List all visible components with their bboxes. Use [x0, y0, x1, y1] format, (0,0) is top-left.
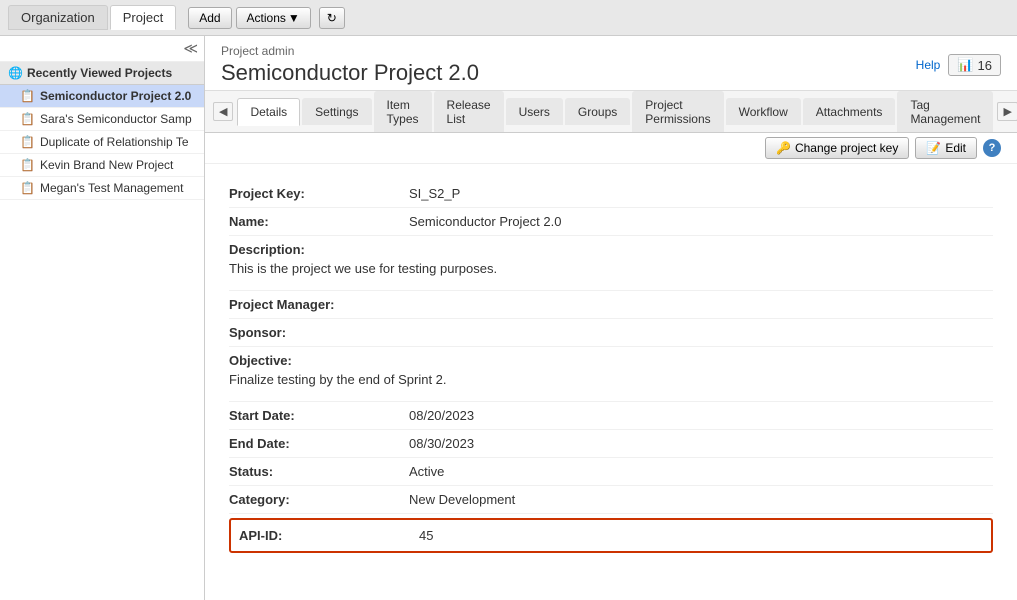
- tab-nav-left[interactable]: ◀: [213, 102, 233, 121]
- sidebar-item-semiconductor-2[interactable]: 📋 Semiconductor Project 2.0: [0, 85, 204, 108]
- action-bar: 🔑 Change project key 📝 Edit ?: [205, 133, 1017, 164]
- label-project-manager: Project Manager:: [229, 297, 409, 312]
- change-project-key-button[interactable]: 🔑 Change project key: [765, 137, 909, 159]
- tab-nav-right[interactable]: ▶: [997, 102, 1017, 121]
- tab-groups[interactable]: Groups: [565, 98, 630, 125]
- notification-badge[interactable]: 📊 16: [948, 54, 1001, 76]
- sidebar-item-label-2: Duplicate of Relationship Te: [40, 135, 189, 149]
- detail-row-project-key: Project Key: SI_S2_P: [229, 180, 993, 208]
- sidebar-item-label-1: Sara's Semiconductor Samp: [40, 112, 192, 126]
- project-admin-label: Project admin Semiconductor Project 2.0: [221, 44, 479, 86]
- detail-row-status: Status: Active: [229, 458, 993, 486]
- edit-button[interactable]: 📝 Edit: [915, 137, 977, 159]
- value-name: Semiconductor Project 2.0: [409, 214, 561, 229]
- project-icon-3: 📋: [20, 158, 35, 172]
- detail-row-project-manager: Project Manager:: [229, 291, 993, 319]
- detail-row-api-id: API-ID: 45: [229, 518, 993, 553]
- top-actions: Add Actions ▼: [188, 7, 311, 29]
- sidebar-collapse-area: ≪: [0, 36, 204, 62]
- help-link[interactable]: Help: [916, 58, 941, 72]
- collapse-sidebar-button[interactable]: ≪: [183, 40, 198, 57]
- value-description: This is the project we use for testing p…: [229, 257, 497, 284]
- sidebar-section-header: 🌐 Recently Viewed Projects: [0, 62, 204, 85]
- sidebar-item-sara[interactable]: 📋 Sara's Semiconductor Samp: [0, 108, 204, 131]
- tabs-bar: ◀ Details Settings Item Types Release Li…: [205, 91, 1017, 133]
- top-tabs: Organization Project: [8, 5, 176, 30]
- detail-row-category: Category: New Development: [229, 486, 993, 514]
- add-button[interactable]: Add: [188, 7, 231, 29]
- help-circle-button[interactable]: ?: [983, 139, 1001, 157]
- tab-users[interactable]: Users: [506, 98, 563, 125]
- folder-icon: 🌐: [8, 66, 23, 80]
- notif-chart-icon: 📊: [957, 57, 973, 73]
- value-project-key: SI_S2_P: [409, 186, 460, 201]
- label-end-date: End Date:: [229, 436, 409, 451]
- value-start-date: 08/20/2023: [409, 408, 474, 423]
- project-icon-2: 📋: [20, 135, 35, 149]
- project-icon-0: 📋: [20, 89, 35, 103]
- project-icon-1: 📋: [20, 112, 35, 126]
- tab-project[interactable]: Project: [110, 5, 176, 30]
- tab-item-types[interactable]: Item Types: [374, 91, 432, 132]
- notification-count: 16: [978, 58, 992, 73]
- detail-row-end-date: End Date: 08/30/2023: [229, 430, 993, 458]
- tab-organization[interactable]: Organization: [8, 5, 108, 30]
- label-description: Description:: [229, 242, 409, 257]
- value-objective: Finalize testing by the end of Sprint 2.: [229, 368, 447, 395]
- edit-label: Edit: [945, 141, 966, 155]
- tab-workflow[interactable]: Workflow: [726, 98, 801, 125]
- edit-icon: 📝: [926, 141, 941, 155]
- detail-row-objective: Objective: Finalize testing by the end o…: [229, 347, 993, 402]
- label-project-key: Project Key:: [229, 186, 409, 201]
- header-right: Help 📊 16: [916, 54, 1001, 76]
- tab-project-permissions[interactable]: Project Permissions: [632, 91, 723, 132]
- detail-row-start-date: Start Date: 08/20/2023: [229, 402, 993, 430]
- content-area: Project admin Semiconductor Project 2.0 …: [205, 36, 1017, 600]
- actions-dropdown-icon: ▼: [288, 11, 300, 25]
- sidebar-item-label-0: Semiconductor Project 2.0: [40, 89, 191, 103]
- change-project-key-label: Change project key: [795, 141, 898, 155]
- actions-label: Actions: [247, 11, 286, 25]
- detail-row-sponsor: Sponsor:: [229, 319, 993, 347]
- project-admin-text: Project admin: [221, 44, 479, 58]
- label-name: Name:: [229, 214, 409, 229]
- content-header: Project admin Semiconductor Project 2.0 …: [205, 36, 1017, 91]
- tab-tag-management[interactable]: Tag Management: [897, 91, 993, 132]
- detail-row-description: Description: This is the project we use …: [229, 236, 993, 291]
- key-icon: 🔑: [776, 141, 791, 155]
- tab-attachments[interactable]: Attachments: [803, 98, 896, 125]
- sidebar-item-label-3: Kevin Brand New Project: [40, 158, 173, 172]
- refresh-button[interactable]: ↻: [319, 7, 345, 29]
- sidebar-item-label-4: Megan's Test Management: [40, 181, 183, 195]
- detail-content: Project Key: SI_S2_P Name: Semiconductor…: [205, 164, 1017, 600]
- value-status: Active: [409, 464, 444, 479]
- value-category: New Development: [409, 492, 515, 507]
- actions-button[interactable]: Actions ▼: [236, 7, 311, 29]
- tab-release-list[interactable]: Release List: [434, 91, 504, 132]
- tab-settings[interactable]: Settings: [302, 98, 371, 125]
- label-start-date: Start Date:: [229, 408, 409, 423]
- title-row: Project admin Semiconductor Project 2.0 …: [221, 44, 1001, 86]
- tab-details[interactable]: Details: [237, 98, 300, 126]
- value-end-date: 08/30/2023: [409, 436, 474, 451]
- label-sponsor: Sponsor:: [229, 325, 409, 340]
- top-bar: Organization Project Add Actions ▼ ↻: [0, 0, 1017, 36]
- sidebar: ≪ 🌐 Recently Viewed Projects 📋 Semicondu…: [0, 36, 205, 600]
- label-status: Status:: [229, 464, 409, 479]
- label-category: Category:: [229, 492, 409, 507]
- detail-row-name: Name: Semiconductor Project 2.0: [229, 208, 993, 236]
- label-objective: Objective:: [229, 353, 409, 368]
- main-layout: ≪ 🌐 Recently Viewed Projects 📋 Semicondu…: [0, 36, 1017, 600]
- label-api-id: API-ID:: [239, 528, 419, 543]
- value-api-id: 45: [419, 528, 433, 543]
- sidebar-item-megan[interactable]: 📋 Megan's Test Management: [0, 177, 204, 200]
- project-icon-4: 📋: [20, 181, 35, 195]
- sidebar-item-duplicate[interactable]: 📋 Duplicate of Relationship Te: [0, 131, 204, 154]
- sidebar-item-kevin[interactable]: 📋 Kevin Brand New Project: [0, 154, 204, 177]
- sidebar-section-label: Recently Viewed Projects: [27, 66, 172, 80]
- page-title: Semiconductor Project 2.0: [221, 60, 479, 86]
